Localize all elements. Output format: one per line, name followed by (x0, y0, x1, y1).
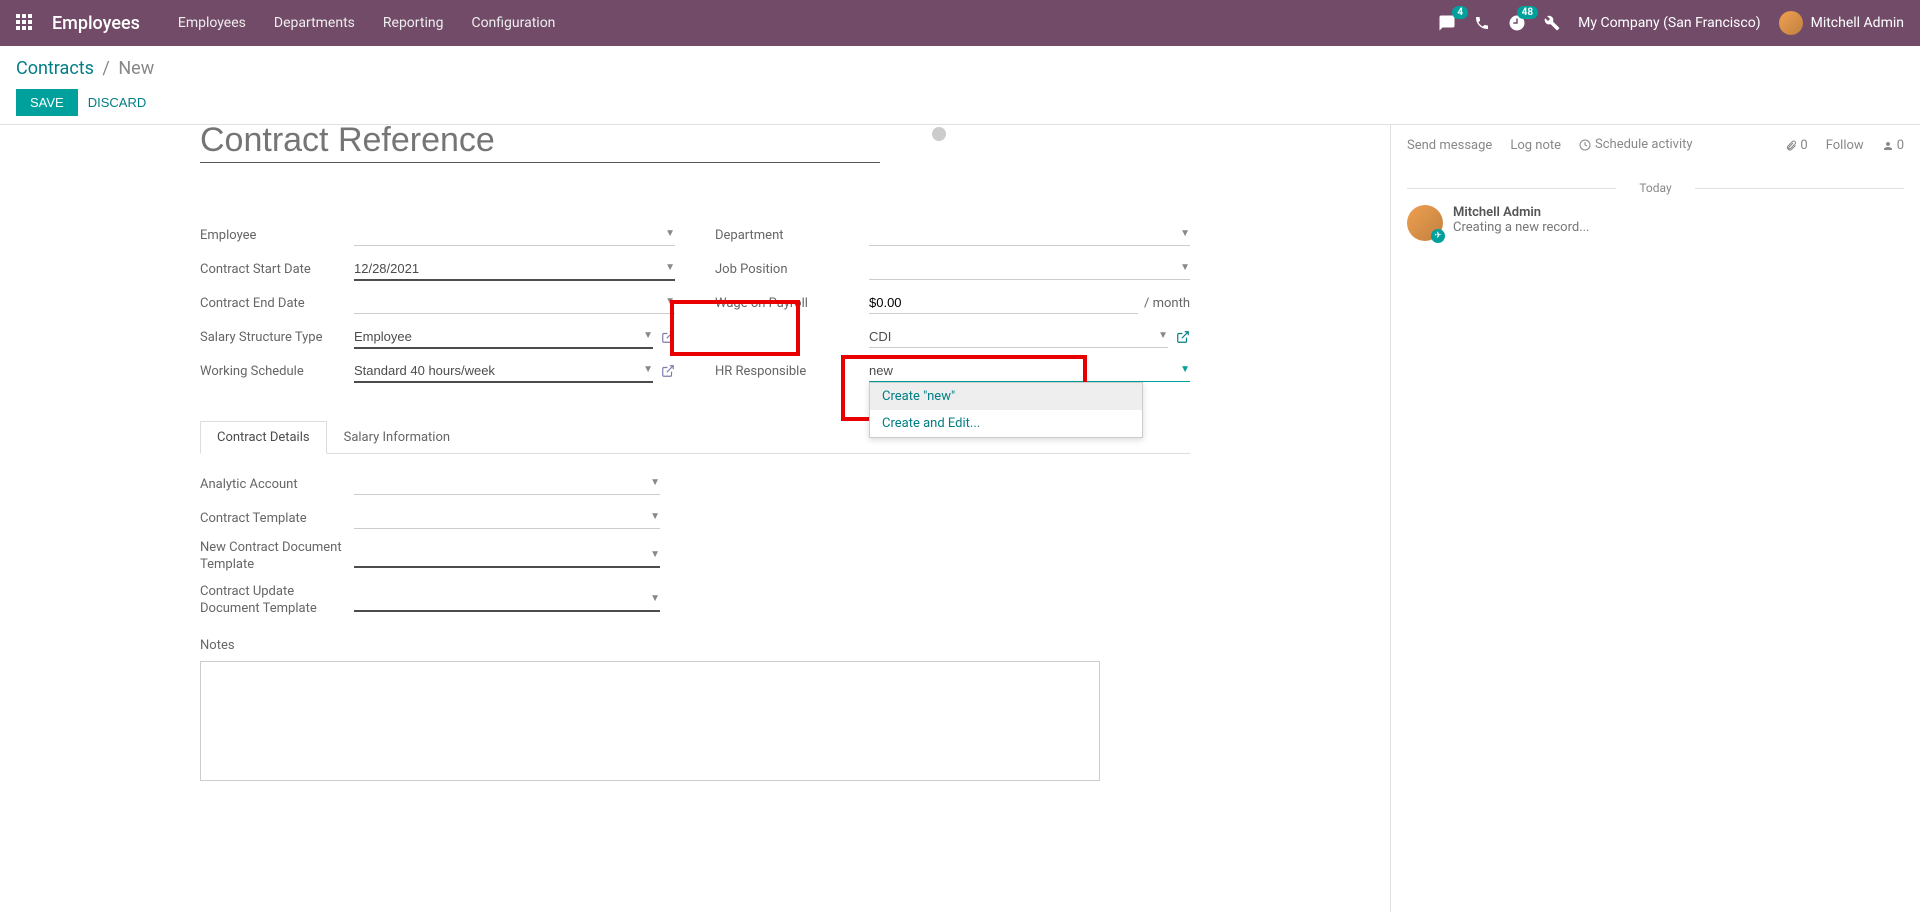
chatter: Send message Log note Schedule activity … (1390, 125, 1920, 912)
nav-configuration[interactable]: Configuration (471, 15, 555, 31)
attach-count: 0 (1800, 138, 1807, 153)
contract-reference-input[interactable] (200, 125, 880, 163)
chatter-topbar: Send message Log note Schedule activity … (1407, 137, 1904, 165)
topbar: Employees Employees Departments Reportin… (0, 0, 1920, 46)
cp-buttons: SAVE DISCARD (16, 89, 1904, 116)
chatter-schedule-activity[interactable]: Schedule activity (1579, 137, 1693, 155)
clock-icon (1579, 139, 1591, 151)
analytic-label: Analytic Account (200, 477, 354, 492)
chat-icon[interactable]: 4 (1438, 14, 1456, 32)
nav-departments[interactable]: Departments (274, 15, 355, 31)
breadcrumb-parent[interactable]: Contracts (16, 58, 94, 79)
nav-employees[interactable]: Employees (178, 15, 246, 31)
employee-field[interactable] (354, 224, 675, 246)
structure-field[interactable] (354, 326, 653, 349)
analytic-field[interactable] (354, 473, 660, 495)
form-sheet: Employee ▼ Contract Start Date ▼ (200, 125, 1190, 785)
notes-field[interactable] (200, 661, 1100, 781)
template-field[interactable] (354, 507, 660, 529)
message-author: Mitchell Admin (1453, 205, 1590, 220)
template-label: Contract Template (200, 511, 354, 526)
chatter-follow[interactable]: Follow (1826, 138, 1864, 153)
chatter-attachments[interactable]: 0 (1785, 138, 1807, 153)
debug-icon[interactable] (1544, 15, 1560, 31)
dropdown-create-and-edit[interactable]: Create and Edit... (870, 410, 1142, 437)
hr-responsible-field[interactable] (869, 360, 1190, 382)
wage-field[interactable] (869, 292, 1138, 314)
save-button[interactable]: SAVE (16, 89, 78, 116)
form-scroll-area[interactable]: Employee ▼ Contract Start Date ▼ (0, 125, 1390, 912)
schedule-activity-label: Schedule activity (1595, 137, 1693, 152)
breadcrumb: Contracts / New (16, 58, 1904, 79)
tab-content-details: Analytic Account ▼ Contract Template ▼ (200, 454, 1190, 785)
person-icon (1882, 140, 1894, 152)
main-area: Employee ▼ Contract Start Date ▼ (0, 125, 1920, 912)
tab-salary-information[interactable]: Salary Information (327, 421, 467, 453)
notes-label: Notes (200, 638, 1190, 653)
chatter-send-message[interactable]: Send message (1407, 138, 1492, 153)
department-label: Department (715, 228, 869, 243)
employee-label: Employee (200, 228, 354, 243)
chatter-date-divider: Today (1407, 181, 1904, 195)
phone-icon[interactable] (1474, 15, 1490, 31)
job-label: Job Position (715, 262, 869, 277)
form-columns: Employee ▼ Contract Start Date ▼ (200, 223, 1190, 393)
updoc-field[interactable] (354, 589, 660, 612)
user-name: Mitchell Admin (1811, 15, 1904, 31)
apps-menu-icon[interactable] (16, 14, 34, 32)
nav-reporting[interactable]: Reporting (383, 15, 444, 31)
form-col-left: Employee ▼ Contract Start Date ▼ (200, 223, 675, 393)
end-date-label: Contract End Date (200, 296, 354, 311)
contract-type-field[interactable] (869, 326, 1168, 348)
wage-label: Wage on Payroll (715, 296, 869, 311)
activity-badge: 48 (1517, 6, 1538, 19)
user-avatar-icon (1779, 11, 1803, 35)
activity-icon[interactable]: 48 (1508, 14, 1526, 32)
tab-contract-details[interactable]: Contract Details (200, 421, 327, 454)
message-body: Creating a new record... (1453, 220, 1590, 235)
form-col-right: Department ▼ Job Position ▼ (715, 223, 1190, 393)
nav-menu: Employees Departments Reporting Configur… (178, 15, 556, 31)
control-panel: Contracts / New SAVE DISCARD (0, 46, 1920, 125)
breadcrumb-separator: / (102, 58, 109, 79)
user-menu[interactable]: Mitchell Admin (1779, 11, 1904, 35)
end-date-field[interactable] (354, 292, 675, 314)
dropdown-create[interactable]: Create "new" (870, 383, 1142, 410)
structure-label: Salary Structure Type (200, 330, 354, 345)
newdoc-field[interactable] (354, 545, 660, 568)
topbar-right: 4 48 My Company (San Francisco) Mitchell… (1438, 11, 1904, 35)
wage-suffix: / month (1144, 296, 1190, 311)
chatter-followers[interactable]: 0 (1882, 138, 1904, 153)
discard-button[interactable]: DISCARD (88, 95, 147, 110)
schedule-external-link-icon[interactable] (661, 364, 675, 378)
job-field[interactable] (869, 258, 1190, 280)
newdoc-label: New Contract Document Template (200, 540, 354, 574)
kanban-state-icon[interactable] (932, 127, 946, 141)
department-field[interactable] (869, 224, 1190, 246)
chatter-message: Mitchell Admin Creating a new record... (1407, 205, 1904, 241)
chat-badge: 4 (1452, 6, 1468, 19)
hr-responsible-dropdown: Create "new" Create and Edit... (869, 382, 1143, 438)
updoc-label: Contract Update Document Template (200, 584, 354, 618)
start-date-label: Contract Start Date (200, 262, 354, 277)
chatter-log-note[interactable]: Log note (1510, 138, 1561, 153)
topbar-left: Employees Employees Departments Reportin… (16, 13, 555, 34)
structure-external-link-icon[interactable] (661, 330, 675, 344)
follower-count: 0 (1897, 138, 1904, 153)
hr-responsible-label: HR Responsible (715, 364, 869, 379)
start-date-field[interactable] (354, 258, 675, 281)
app-title: Employees (52, 13, 140, 34)
company-selector[interactable]: My Company (San Francisco) (1578, 15, 1760, 31)
contract-type-external-link-icon[interactable] (1176, 330, 1190, 344)
paperclip-icon (1785, 140, 1797, 152)
schedule-label: Working Schedule (200, 364, 354, 379)
breadcrumb-current: New (118, 58, 154, 79)
message-avatar-icon (1407, 205, 1443, 241)
schedule-field[interactable] (354, 360, 653, 383)
